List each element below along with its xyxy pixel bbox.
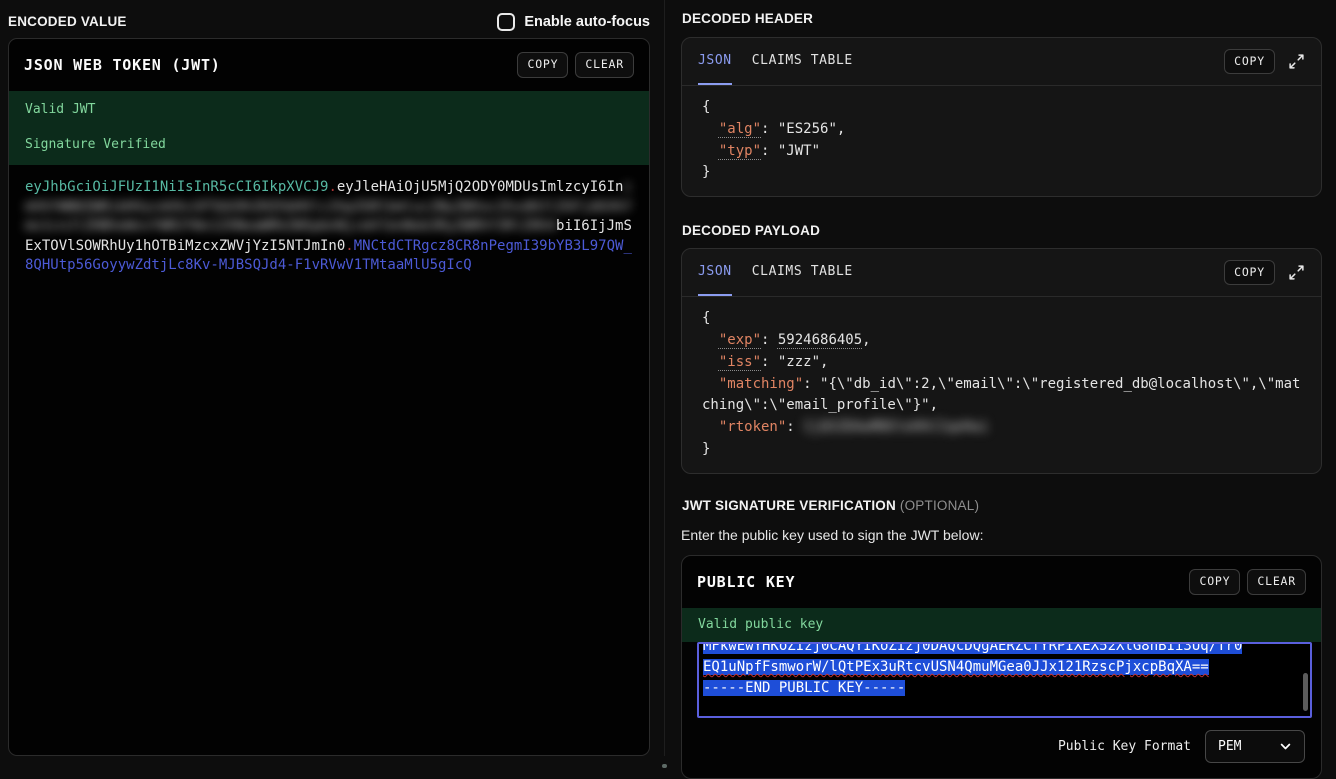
public-key-line: MFkwEwYHKoZIzj0CAQYIKoZIzj0DAQcDQgAERZCf… (703, 642, 1306, 657)
jwt-status-banner: Valid JWT Signature Verified (9, 91, 649, 165)
signature-verification-heading: JWT SIGNATURE VERIFICATION (OPTIONAL) (682, 498, 1322, 513)
panel-divider[interactable] (664, 0, 665, 756)
public-key-description: Enter the public key used to sign the JW… (681, 527, 1322, 543)
decoded-header-card: JSON CLAIMS TABLE COPY { "alg": "ES256",… (681, 37, 1322, 197)
autofocus-label: Enable auto-focus (524, 14, 650, 30)
header-expand-icon[interactable] (1288, 53, 1305, 70)
decoded-panel: DECODED HEADER JSON CLAIMS TABLE COPY { … (681, 0, 1322, 779)
payload-copy-button[interactable]: COPY (1224, 260, 1275, 286)
public-key-status-banner: Valid public key (682, 608, 1321, 642)
encoded-value-panel: ENCODED VALUE Enable auto-focus JSON WEB… (8, 0, 650, 756)
public-key-clear-button[interactable]: CLEAR (1247, 569, 1306, 595)
tab-header-claims-table[interactable]: CLAIMS TABLE (752, 38, 853, 85)
public-key-copy-button[interactable]: COPY (1189, 569, 1240, 595)
jwt-card-title: JSON WEB TOKEN (JWT) (24, 56, 221, 74)
public-key-line: EQ1uNpfFsmworW/lQtPEx3uRtcvUSN4QmuMGea0J… (703, 657, 1306, 678)
jwt-status-valid: Valid JWT (25, 102, 633, 117)
public-key-titlebar: PUBLIC KEY COPY CLEAR (682, 556, 1321, 608)
decoded-payload-heading: DECODED PAYLOAD (682, 223, 1322, 238)
public-key-title: PUBLIC KEY (697, 573, 795, 591)
tab-header-json[interactable]: JSON (698, 38, 732, 85)
encoded-value-heading: ENCODED VALUE (8, 14, 127, 29)
public-key-line: -----END PUBLIC KEY----- (703, 678, 1306, 699)
jwt-card-titlebar: JSON WEB TOKEN (JWT) COPY CLEAR (9, 39, 649, 91)
public-key-scrollbar[interactable] (1303, 673, 1308, 711)
public-key-format-select[interactable]: PEM (1205, 730, 1305, 763)
decoded-payload-json[interactable]: { "exp": 5924686405, "iss": "zzz", "matc… (682, 297, 1321, 473)
autofocus-control: Enable auto-focus (497, 13, 650, 31)
header-copy-button[interactable]: COPY (1224, 49, 1275, 75)
decoded-payload-tabs: JSON CLAIMS TABLE COPY (682, 249, 1321, 297)
public-key-status-text: Valid public key (698, 617, 1305, 632)
public-key-footer: Public Key Format PEM (682, 718, 1321, 778)
decoded-header-heading: DECODED HEADER (682, 0, 1322, 27)
jwt-copy-button[interactable]: COPY (517, 52, 568, 78)
public-key-card: PUBLIC KEY COPY CLEAR Valid public key M… (681, 555, 1322, 779)
chevron-down-icon (1279, 740, 1292, 753)
decoded-payload-card: JSON CLAIMS TABLE COPY { "exp": 59246864… (681, 248, 1322, 474)
tab-payload-json[interactable]: JSON (698, 249, 732, 296)
public-key-format-label: Public Key Format (1058, 739, 1191, 754)
jwt-status-signature: Signature Verified (25, 137, 633, 152)
jwt-card: JSON WEB TOKEN (JWT) COPY CLEAR Valid JW… (8, 38, 650, 756)
panel-resize-handle[interactable] (662, 764, 667, 768)
jwt-clear-button[interactable]: CLEAR (575, 52, 634, 78)
public-key-format-value: PEM (1218, 739, 1241, 754)
autofocus-checkbox[interactable] (497, 13, 515, 31)
public-key-input[interactable]: MFkwEwYHKoZIzj0CAQYIKoZIzj0DAQcDQgAERZCf… (697, 642, 1312, 718)
signature-verification-title: JWT SIGNATURE VERIFICATION (682, 498, 896, 513)
payload-expand-icon[interactable] (1288, 264, 1305, 281)
decoded-header-tabs: JSON CLAIMS TABLE COPY (682, 38, 1321, 86)
jwt-token-editor[interactable]: eyJhbGciOiJFUzI1NiIsInR5cCI6IkpXVCJ9.eyJ… (9, 165, 649, 755)
tab-payload-claims-table[interactable]: CLAIMS TABLE (752, 249, 853, 296)
decoded-header-json[interactable]: { "alg": "ES256", "typ": "JWT" } (682, 86, 1321, 196)
